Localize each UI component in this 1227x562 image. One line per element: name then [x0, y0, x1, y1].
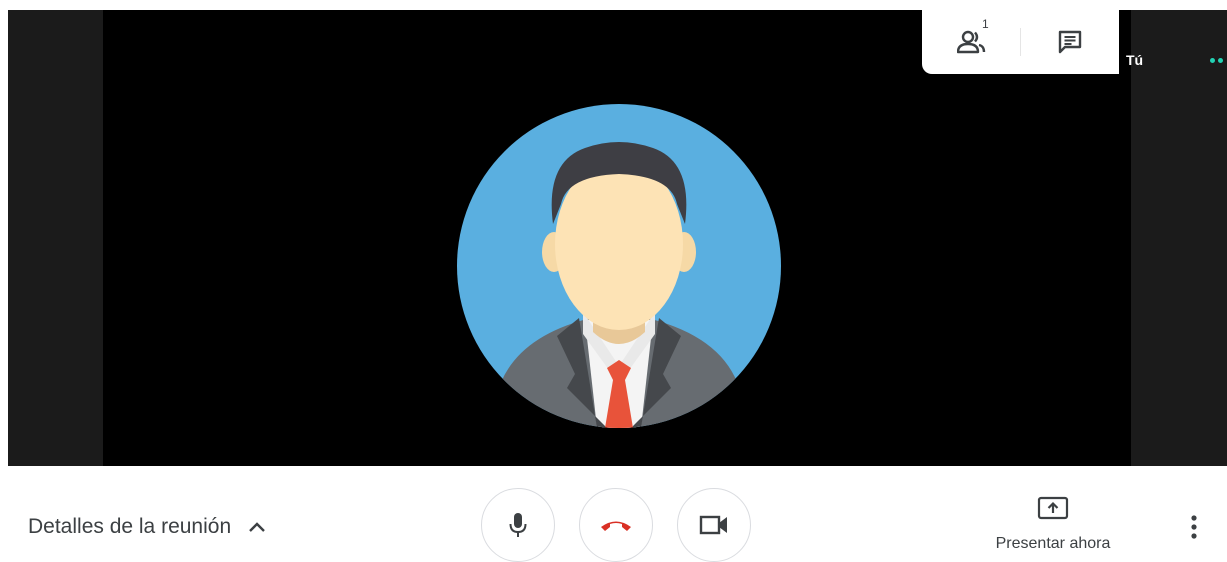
chat-button[interactable] [1046, 22, 1094, 62]
bottom-control-bar: Detalles de la reunión Presentar ahora [0, 466, 1227, 562]
avatar-illustration [457, 104, 781, 428]
hang-up-icon [601, 521, 631, 531]
chat-icon [1058, 30, 1082, 54]
present-now-button[interactable]: Presentar ahora [984, 496, 1122, 553]
hang-up-button[interactable] [579, 488, 653, 562]
participant-count: 1 [982, 17, 989, 31]
self-tile-label: Tú [1126, 52, 1144, 68]
meeting-details-button[interactable]: Detalles de la reunión [28, 515, 267, 539]
more-options-button[interactable] [1183, 512, 1205, 542]
present-screen-icon [1037, 496, 1069, 520]
participant-avatar [457, 104, 781, 428]
self-audio-indicator [1210, 58, 1223, 63]
microphone-button[interactable] [481, 488, 555, 562]
chevron-up-icon [249, 522, 265, 532]
video-stage [8, 10, 1227, 466]
camera-icon [699, 515, 727, 535]
more-vert-icon [1191, 515, 1197, 539]
people-icon [957, 30, 986, 54]
top-right-panel: 1 [922, 10, 1119, 74]
present-now-label: Presentar ahora [995, 535, 1111, 552]
indicator-dot [1218, 58, 1223, 63]
camera-button[interactable] [677, 488, 751, 562]
participants-button[interactable]: 1 [948, 17, 996, 62]
main-video-tile [103, 10, 1131, 466]
panel-divider [1020, 28, 1021, 56]
indicator-dot [1210, 58, 1215, 63]
microphone-icon [509, 513, 527, 537]
meeting-details-label: Detalles de la reunión [28, 515, 232, 538]
